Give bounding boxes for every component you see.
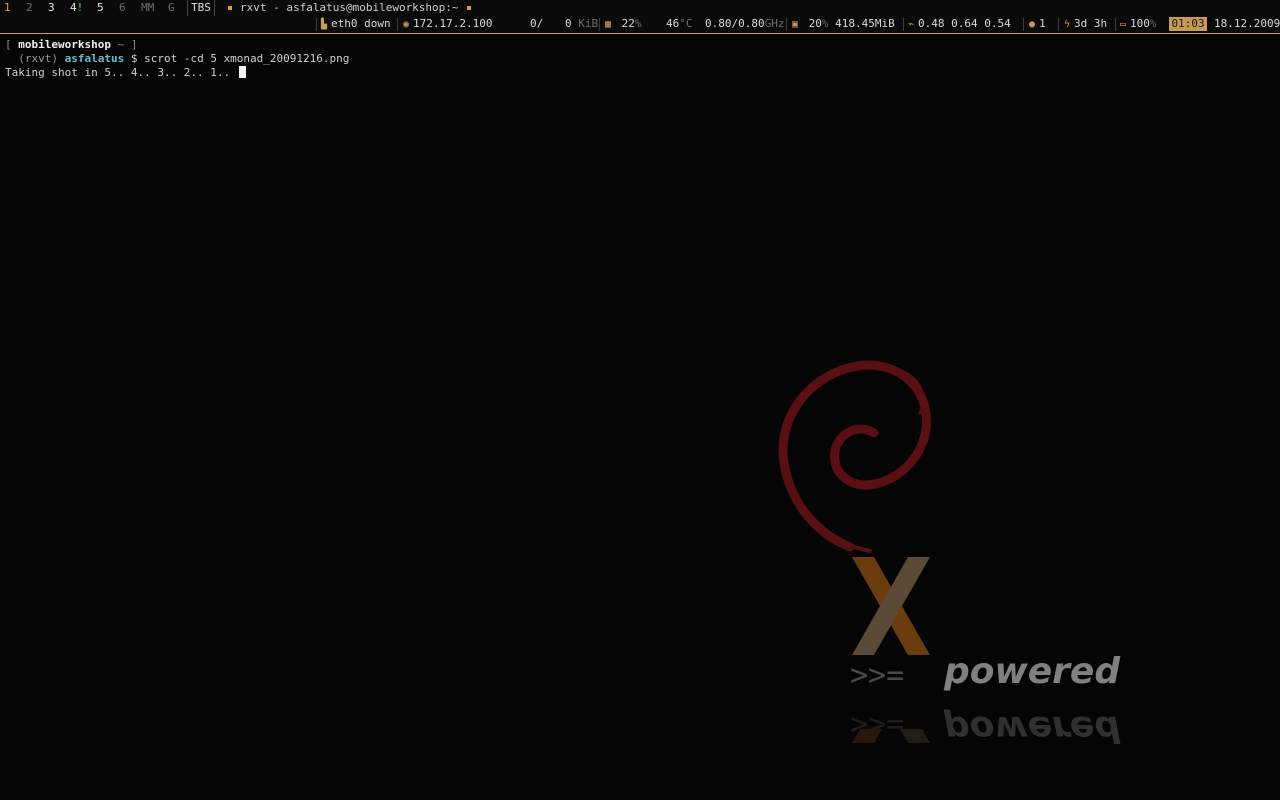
title-bullet-icon xyxy=(228,5,232,10)
users-status: ● 1 xyxy=(1029,16,1046,33)
cpu-load-unit: % xyxy=(634,17,642,30)
load-icon: ⌁ xyxy=(908,19,915,30)
mem-used: 418.45MiB xyxy=(835,17,895,30)
cpu-load: ▦ 22% xyxy=(605,16,642,33)
wifi-status: ◉ 172.17.2.100 xyxy=(403,16,493,33)
battery-unit: % xyxy=(1149,17,1157,30)
text-cursor xyxy=(238,66,246,78)
xmobar-top: 1 2 3 4! 5 6 MM G TBS rxvt - asfalatus@m… xyxy=(0,0,1280,16)
divider xyxy=(397,18,398,31)
cpu-icon: ▦ xyxy=(605,19,612,30)
ethernet-status: ▙ eth0 down xyxy=(321,16,391,33)
wifi-icon: ◉ xyxy=(403,19,410,30)
command-line: scrot -cd 5 xmonad_20091216.png xyxy=(144,52,350,65)
ethernet-icon: ▙ xyxy=(321,19,328,30)
terminal-output[interactable]: [ mobileworkshop ~ ] (rxvt) asfalatus $ … xyxy=(5,38,349,80)
powered-text: powered xyxy=(943,651,1121,692)
window-title-text: rxvt - asfalatus@mobileworkshop:~ xyxy=(240,1,459,14)
mem-pct-unit: % xyxy=(821,17,829,30)
workspace-1[interactable]: 1 xyxy=(4,0,11,16)
prompt-path: ~ ] xyxy=(110,38,138,51)
mem-pct: 20 xyxy=(808,17,822,30)
prompt-host: mobileworkshop xyxy=(18,38,111,51)
prompt-user: asfalatus xyxy=(64,52,125,65)
divider xyxy=(1023,18,1024,31)
powered-text-reflection: powered xyxy=(943,708,1121,749)
divider xyxy=(316,18,317,31)
title-bullet-icon xyxy=(466,5,471,10)
net-tx-group: 0 KiB xyxy=(565,16,598,32)
workspace-6[interactable]: 6 xyxy=(119,0,126,16)
load-5: 0.64 xyxy=(951,17,978,30)
divider xyxy=(786,18,787,31)
workspace-3[interactable]: 3 xyxy=(48,0,55,16)
wifi-ip: 172.17.2.100 xyxy=(413,17,493,30)
command-output: Taking shot in 5.. 4.. 3.. 2.. 1.. xyxy=(5,66,237,79)
memory-icon: ▣ xyxy=(792,19,799,30)
divider xyxy=(1058,18,1059,31)
ethernet-text: eth0 down xyxy=(331,17,391,30)
users-count: 1 xyxy=(1039,17,1046,30)
workspace-2[interactable]: 2 xyxy=(26,0,33,16)
workspace-g[interactable]: G xyxy=(168,0,175,16)
battery-status: ▭ 100% xyxy=(1120,16,1157,33)
date: 18.12.2009 xyxy=(1214,17,1280,30)
user-icon: ● xyxy=(1029,19,1036,30)
net-traffic: 0/ xyxy=(530,16,543,32)
load-average: ⌁ 0.48 0.64 0.54 xyxy=(908,16,1011,33)
prompt-dollar: $ xyxy=(124,52,145,65)
debian-swirl-icon xyxy=(778,360,931,553)
logo-reflection: >>= powered xyxy=(850,707,1121,749)
divider xyxy=(1115,18,1116,31)
battery-icon: ▭ xyxy=(1120,19,1127,30)
net-tx: 0 xyxy=(565,17,572,30)
uptime-value: 3d 3h xyxy=(1074,17,1108,30)
prompt-bracket: [ xyxy=(5,38,19,51)
debian-xmonad-wallpaper: >>= powered >>= powered xyxy=(778,360,1121,749)
cpu-temp: 46°C xyxy=(666,16,693,32)
bind-operator: >>= xyxy=(850,658,904,693)
xmobar-status: ▙ eth0 down ◉ 172.17.2.100 0/ 0 KiB ▦ 22% … xyxy=(0,16,1280,34)
freq-unit: GHz xyxy=(764,17,785,30)
clock: 01:03 xyxy=(1169,17,1207,31)
net-rx: 0/ xyxy=(530,17,544,30)
workspace-mm[interactable]: MM xyxy=(141,0,154,16)
workspace-4[interactable]: 4! xyxy=(70,0,83,16)
memory-status: ▣ 20% 418.45MiB xyxy=(792,16,895,33)
window-title: rxvt - asfalatus@mobileworkshop:~ xyxy=(228,0,471,16)
load-1: 0.48 xyxy=(918,17,945,30)
net-unit: KiB xyxy=(578,17,599,30)
cpu-freq-value: 0.80/0.80 xyxy=(705,17,765,30)
battery-value: 100 xyxy=(1130,17,1150,30)
cpu-load-value: 22 xyxy=(621,17,635,30)
urgent-mark: ! xyxy=(76,1,84,14)
xmonad-x-logo xyxy=(852,557,930,655)
cpu-freq: 0.80/0.80GHz xyxy=(705,16,784,32)
layout-indicator[interactable]: TBS xyxy=(187,0,215,16)
workspace-5[interactable]: 5 xyxy=(97,0,104,16)
divider xyxy=(599,18,600,31)
divider xyxy=(903,18,904,31)
cpu-temp-value: 46 xyxy=(666,17,680,30)
uptime-status: ϟ 3d 3h xyxy=(1064,16,1107,33)
prompt-shell: (rxvt) xyxy=(5,52,65,65)
load-15: 0.54 xyxy=(984,17,1011,30)
uptime-icon: ϟ xyxy=(1064,19,1071,30)
workspace-4-label: 4 xyxy=(70,1,77,14)
temp-unit: °C xyxy=(679,17,693,30)
